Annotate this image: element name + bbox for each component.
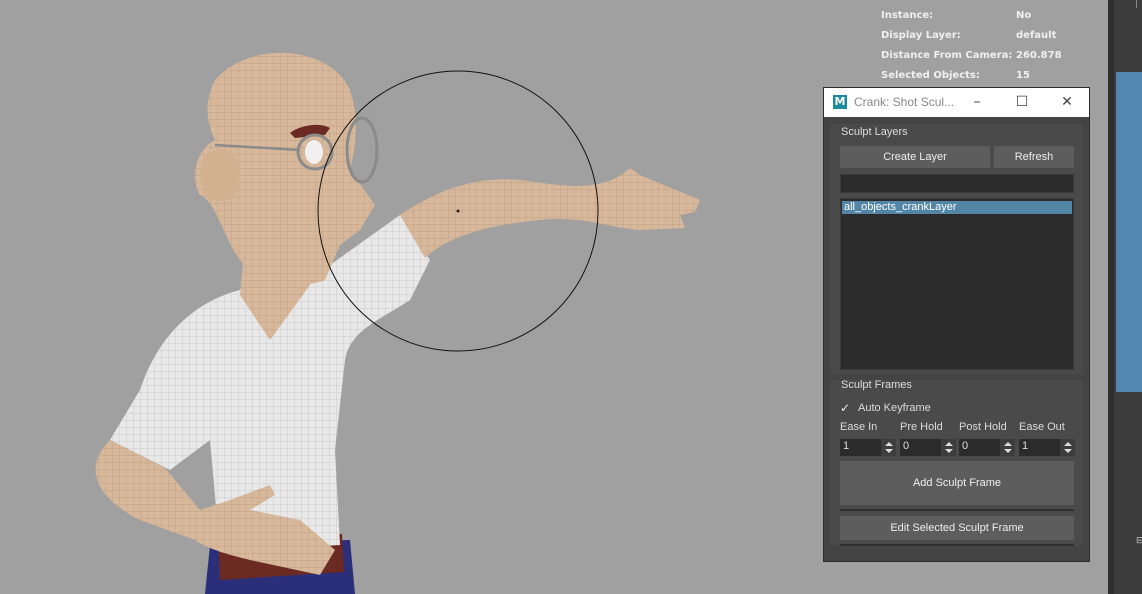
post-hold-label: Post Hold <box>959 421 1007 433</box>
ease-out-stepper[interactable]: 1 <box>1019 439 1075 456</box>
crank-shot-sculpt-window: M Crank: Shot Scul... – ☐ ✕ Sculpt Layer… <box>823 87 1090 562</box>
hud-row-instance: Instance: No <box>881 8 1081 28</box>
sculpt-layers-list[interactable]: all_objects_crankLayer <box>840 198 1074 370</box>
list-item[interactable]: all_objects_crankLayer <box>842 201 1072 214</box>
separator <box>840 544 1074 546</box>
hud-label: Selected Objects: <box>881 70 980 81</box>
hud-value: 15 <box>1016 70 1030 81</box>
pre-hold-stepper[interactable]: 0 <box>900 439 956 456</box>
window-title: Crank: Shot Scul... <box>854 95 955 109</box>
pre-hold-label: Pre Hold <box>900 421 943 433</box>
hud-row-distance: Distance From Camera: 260.878 <box>881 48 1081 68</box>
create-layer-button[interactable]: Create Layer <box>840 146 990 168</box>
ease-out-value[interactable]: 1 <box>1022 440 1028 452</box>
ease-in-value[interactable]: 1 <box>843 440 849 452</box>
ease-out-label: Ease Out <box>1019 421 1065 433</box>
hud-row-selected-objects: Selected Objects: 15 <box>881 68 1081 88</box>
spinner-arrows-icon[interactable] <box>881 439 896 456</box>
maya-app-icon: M <box>833 95 847 109</box>
window-titlebar[interactable]: M Crank: Shot Scul... – ☐ ✕ <box>824 88 1089 117</box>
panel-corner-icon <box>1136 0 1142 8</box>
post-hold-value[interactable]: 0 <box>962 440 968 452</box>
separator <box>840 509 1074 511</box>
close-icon[interactable]: ✕ <box>1049 90 1085 114</box>
edit-selected-sculpt-frame-button[interactable]: Edit Selected Sculpt Frame <box>840 516 1074 540</box>
panel-expand-icon[interactable]: ⊟ <box>1136 536 1142 546</box>
ear-shape <box>200 149 240 201</box>
refresh-button[interactable]: Refresh <box>994 146 1074 168</box>
hud-label: Distance From Camera: <box>881 50 1013 61</box>
minimize-icon[interactable]: – <box>959 90 995 114</box>
pre-hold-value[interactable]: 0 <box>903 440 909 452</box>
hud-label: Display Layer: <box>881 30 961 41</box>
add-sculpt-frame-button[interactable]: Add Sculpt Frame <box>840 461 1074 505</box>
ease-in-stepper[interactable]: 1 <box>840 439 896 456</box>
spinner-arrows-icon[interactable] <box>1000 439 1015 456</box>
eye-shape <box>305 140 323 164</box>
layer-name-field[interactable] <box>840 174 1074 193</box>
side-panel-strip: ⊟ <box>1108 0 1142 594</box>
auto-keyframe-label: Auto Keyframe <box>858 402 931 414</box>
post-hold-stepper[interactable]: 0 <box>959 439 1015 456</box>
side-panel-highlight <box>1116 72 1142 392</box>
hud-label: Instance: <box>881 10 934 21</box>
spinner-arrows-icon[interactable] <box>941 439 956 456</box>
sculpt-layers-title: Sculpt Layers <box>841 126 908 138</box>
maximize-icon[interactable]: ☐ <box>1004 90 1040 114</box>
panel-divider[interactable] <box>1108 0 1114 594</box>
ease-in-label: Ease In <box>840 421 878 433</box>
sculpt-frames-title: Sculpt Frames <box>841 379 912 391</box>
hud-value: 260.878 <box>1016 50 1062 61</box>
heads-up-display: Instance: No Display Layer: default Dist… <box>881 8 1081 88</box>
brush-cursor-center <box>456 209 460 213</box>
hud-row-display-layer: Display Layer: default <box>881 28 1081 48</box>
hud-value: default <box>1016 30 1057 41</box>
hud-value: No <box>1016 10 1032 21</box>
auto-keyframe-checkbox[interactable]: ✓ <box>840 402 852 414</box>
spinner-arrows-icon[interactable] <box>1060 439 1075 456</box>
